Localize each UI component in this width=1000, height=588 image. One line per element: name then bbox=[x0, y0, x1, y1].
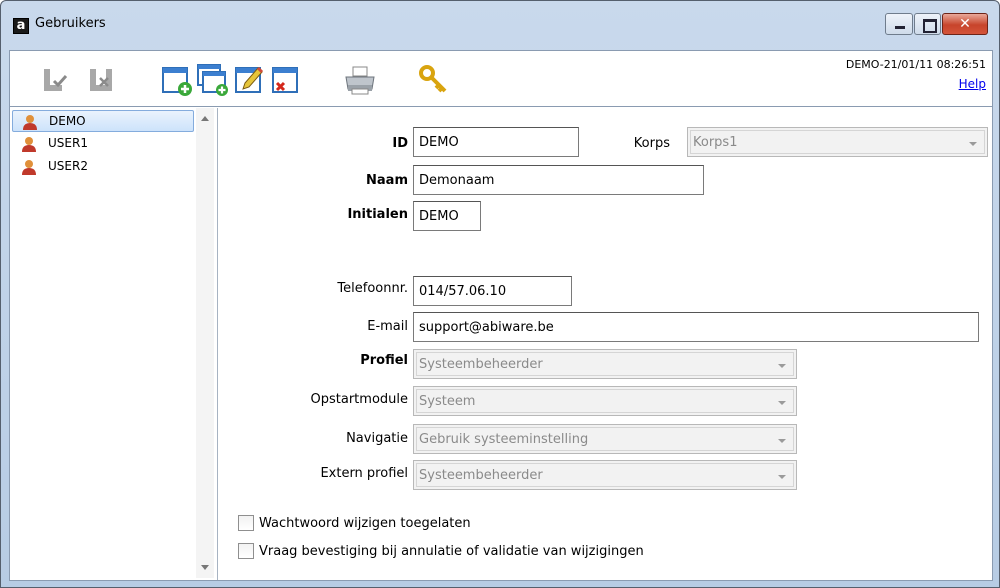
korps-value: Korps1 bbox=[693, 135, 738, 150]
wachtwoord-wijzigen-checkbox[interactable] bbox=[238, 515, 254, 531]
opstartmodule-select[interactable]: Systeem bbox=[413, 386, 797, 416]
user-name: USER1 bbox=[48, 136, 88, 150]
user-icon bbox=[22, 160, 36, 175]
vraag-bevestiging-label[interactable]: Vraag bevestiging bij annulatie of valid… bbox=[259, 544, 644, 559]
vraag-bevestiging-checkbox[interactable] bbox=[238, 543, 254, 559]
profiel-select[interactable]: Systeembeheerder bbox=[413, 349, 797, 379]
cancel-disabled-icon[interactable] bbox=[86, 63, 120, 97]
close-icon: ✕ bbox=[959, 16, 971, 32]
user-name: DEMO bbox=[49, 114, 86, 128]
client-area: DEMO-21/01/11 08:26:51 Help DEMO USER1 U… bbox=[9, 50, 993, 581]
opstartmodule-label: Opstartmodule bbox=[310, 392, 408, 407]
initialen-field[interactable]: DEMO bbox=[413, 201, 481, 231]
chevron-down-icon bbox=[778, 364, 786, 368]
opstartmodule-value: Systeem bbox=[419, 394, 476, 409]
user-name: USER2 bbox=[48, 159, 88, 173]
chevron-down-icon bbox=[778, 401, 786, 405]
telefoon-label: Telefoonnr. bbox=[337, 281, 408, 296]
wachtwoord-wijzigen-label[interactable]: Wachtwoord wijzigen toegelaten bbox=[259, 516, 471, 531]
id-label: ID bbox=[392, 136, 408, 151]
naam-label: Naam bbox=[366, 173, 408, 188]
toolbar: DEMO-21/01/11 08:26:51 Help bbox=[10, 51, 992, 107]
korps-select[interactable]: Korps1 bbox=[687, 127, 988, 157]
minimize-button[interactable] bbox=[885, 13, 913, 35]
chevron-down-icon bbox=[778, 475, 786, 479]
id-field[interactable]: DEMO bbox=[413, 127, 579, 157]
navigatie-select[interactable]: Gebruik systeeminstelling bbox=[413, 424, 797, 454]
maximize-button[interactable] bbox=[914, 13, 941, 35]
list-item-user[interactable]: DEMO bbox=[12, 110, 194, 132]
email-label: E-mail bbox=[367, 319, 408, 334]
profiel-label: Profiel bbox=[360, 353, 408, 368]
user-list-scrollbar[interactable] bbox=[196, 108, 214, 578]
scroll-down-icon[interactable] bbox=[201, 565, 209, 570]
user-icon bbox=[22, 137, 36, 152]
window-title: Gebruikers bbox=[35, 16, 106, 31]
chevron-down-icon bbox=[778, 439, 786, 443]
email-field[interactable]: support@abiware.be bbox=[413, 312, 979, 342]
profiel-value: Systeembeheerder bbox=[419, 357, 543, 372]
telefoon-field[interactable]: 014/57.06.10 bbox=[413, 276, 572, 306]
delete-record-icon[interactable] bbox=[270, 63, 304, 97]
print-icon[interactable] bbox=[343, 63, 377, 97]
korps-label: Korps bbox=[633, 136, 670, 151]
edit-record-icon[interactable] bbox=[233, 63, 267, 97]
users-window: a Gebruikers ✕ DEMO-21/01/11 08:26:51 He… bbox=[0, 0, 1000, 588]
navigatie-value: Gebruik systeeminstelling bbox=[419, 432, 589, 447]
extern-profiel-select[interactable]: Systeembeheerder bbox=[413, 460, 797, 490]
list-item-user[interactable]: USER1 bbox=[12, 133, 194, 155]
close-button[interactable]: ✕ bbox=[942, 13, 988, 35]
extern-profiel-label: Extern profiel bbox=[320, 466, 408, 481]
user-list: DEMO USER1 USER2 bbox=[10, 108, 218, 580]
help-link[interactable]: Help bbox=[959, 77, 986, 91]
new-record-icon[interactable] bbox=[160, 63, 194, 97]
title-bar[interactable]: a Gebruikers ✕ bbox=[1, 1, 999, 49]
session-stamp: DEMO-21/01/11 08:26:51 bbox=[845, 58, 986, 71]
app-logo-icon: a bbox=[13, 18, 29, 34]
copy-record-icon[interactable] bbox=[196, 63, 230, 97]
scroll-up-icon[interactable] bbox=[201, 116, 209, 121]
user-icon bbox=[23, 115, 37, 130]
navigatie-label: Navigatie bbox=[346, 431, 408, 446]
extern-profiel-value: Systeembeheerder bbox=[419, 468, 543, 483]
initialen-label: Initialen bbox=[347, 207, 408, 222]
list-item-user[interactable]: USER2 bbox=[12, 156, 194, 178]
chevron-down-icon bbox=[969, 142, 977, 146]
save-disabled-icon[interactable] bbox=[40, 63, 74, 97]
key-icon[interactable] bbox=[417, 63, 451, 97]
naam-field[interactable]: Demonaam bbox=[413, 165, 704, 195]
